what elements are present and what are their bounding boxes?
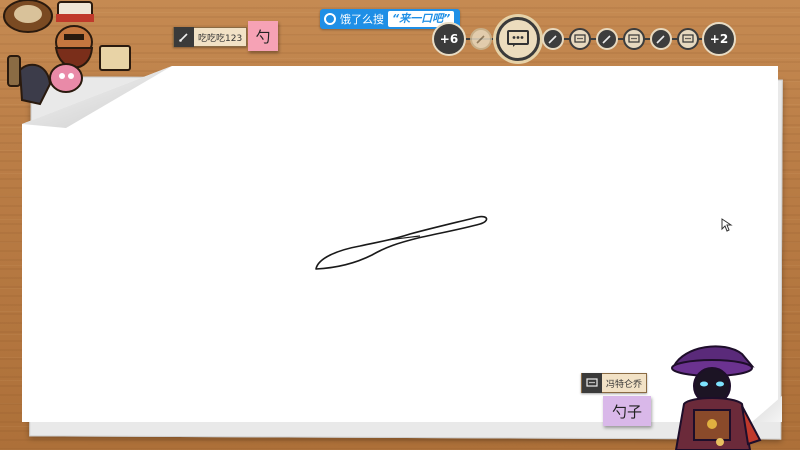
guesser-answer-note: 勺子 (603, 396, 651, 426)
eleme-logo-icon (324, 13, 336, 25)
guesser-name-card: 冯特仑乔 (581, 373, 648, 393)
wizard-avatar (671, 345, 762, 450)
drawer-name-card: 吃吃吃123 (173, 27, 248, 47)
pirate-avatar (3, 0, 131, 106)
more-players-left-badge[interactable]: +6 (432, 22, 466, 56)
more-players-left-count: +6 (439, 32, 459, 46)
brush-icon (174, 27, 194, 47)
guesser-name: 冯特仑乔 (606, 379, 643, 390)
current-player-chat-badge[interactable] (496, 17, 540, 61)
player-slot-brush[interactable] (596, 28, 618, 50)
player-slot-brush[interactable] (650, 28, 672, 50)
search-banner-prefix: 饿了么搜 (340, 13, 384, 26)
drawer-name: 吃吃吃123 (198, 33, 243, 44)
drawer-guess-note: 勺 (248, 21, 278, 51)
player-slot-brush-faded[interactable] (470, 28, 492, 50)
cursor-icon (721, 218, 733, 232)
player-slot-brush[interactable] (542, 28, 564, 50)
player-slot-chat[interactable] (623, 28, 645, 50)
brush-icon (656, 35, 665, 44)
chat-bubble-icon (628, 34, 640, 43)
brush-icon (602, 35, 611, 44)
chat-bubble-icon (582, 373, 602, 393)
chat-bubble-icon (574, 34, 586, 43)
chat-bubble-icon (682, 34, 694, 43)
brush-icon (476, 35, 485, 44)
player-slot-chat[interactable] (677, 28, 699, 50)
more-players-right-count: +2 (709, 32, 729, 46)
more-players-right-badge[interactable]: +2 (702, 22, 736, 56)
brush-icon (548, 35, 557, 44)
player-slot-chat[interactable] (569, 28, 591, 50)
chat-bubble-icon (507, 30, 529, 47)
